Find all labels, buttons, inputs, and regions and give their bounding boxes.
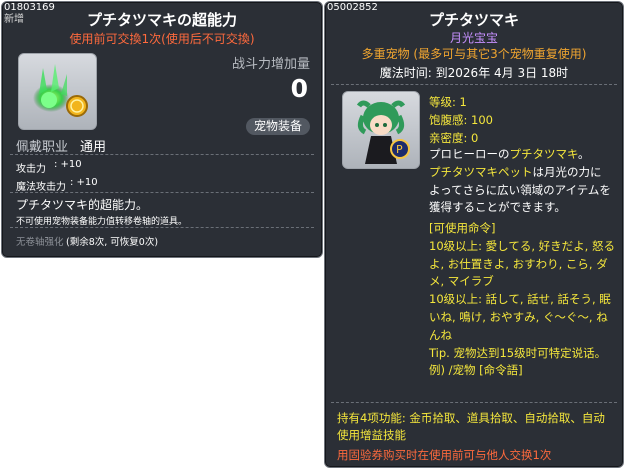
desc-rest: よってさらに広い領域のアイテムを獲得することができます。	[429, 182, 611, 215]
desc-seg: は月光の力に	[532, 164, 602, 179]
stat-value: : +10	[70, 177, 98, 188]
psychic-glow-icon	[33, 64, 88, 117]
pet-portrait-icon: P	[356, 100, 410, 164]
divider	[10, 192, 314, 193]
job-label: 佩戴职业	[16, 140, 69, 155]
commands-group-2: 10级以上: 話して, 話せ, 話そう, 眠いね, 鳴け, おやすみ, ぐ〜ぐ〜…	[429, 292, 611, 342]
stat-value: : +10	[54, 159, 82, 170]
trade-note: 使用前可交換1次(使用后不可交換)	[69, 32, 255, 46]
item-title: プチタツマキの超能力	[86, 11, 237, 29]
divider	[10, 154, 314, 155]
desc-seg: 。	[578, 147, 590, 161]
commands-block: [可使用命令] 10级以上: 愛してる, 好きだよ, 怒るよ, お仕置きよ, お…	[429, 220, 615, 380]
pet-intimacy: 亲密度: 0	[429, 131, 479, 145]
trade-note: 用固验券购买时在使用前可与他人交换1次	[337, 448, 552, 462]
commands-group-1: 10级以上: 愛してる, 好きだよ, 怒るよ, お仕置きよ, おすわり, こら,…	[429, 238, 615, 289]
magic-time: 魔法时间: 到2026年 4月 3日 18时	[379, 66, 569, 80]
divider	[10, 227, 314, 228]
pet-icon-frame: P	[342, 91, 420, 169]
item-icon-frame	[18, 53, 97, 130]
pet-level: 等级: 1	[429, 95, 467, 109]
upgrade-value: (剩余8次, 可恢复0次)	[66, 237, 159, 248]
desc-seg: プロヒーローの	[429, 147, 510, 161]
divider	[331, 84, 617, 85]
equipment-tooltip: 01803169 新增 プチタツマキの超能力 使用前可交換1次(使用后不可交換)…	[1, 1, 323, 258]
pet-description: プロヒーローのプチタツマキ。 プチタツマキペットは月光の力に よってさらに広い領…	[429, 146, 615, 217]
power-label: 战斗力增加量	[231, 57, 310, 72]
svg-text:P: P	[396, 143, 403, 156]
category-pill: 宠物装备	[246, 118, 310, 135]
abilities: 持有4项功能: 金币拾取、道具拾取、自动拾取、自动使用增益技能	[337, 411, 605, 442]
desc-note: 不可使用宠物装备能力值转移卷轴的道具。	[16, 217, 188, 227]
pet-title: プチタツマキ	[428, 11, 519, 29]
desc-title: プチタツマキ的超能力。	[16, 198, 149, 212]
stat-label: 攻击力	[16, 164, 46, 175]
divider	[331, 402, 617, 403]
pet-tooltip: 05002852 プチタツマキ 月光宝宝 多重宠物 (最多可与其它3个宠物重复使…	[324, 1, 624, 468]
desc-seg: プチタツマキ	[509, 147, 579, 161]
multi-pet-note: 多重宠物 (最多可与其它3个宠物重复使用)	[361, 47, 587, 61]
pet-fullness: 饱腹感: 100	[429, 113, 493, 127]
upgrade-label: 无卷轴强化	[16, 237, 64, 248]
commands-header: [可使用命令]	[429, 221, 496, 235]
stat-label: 魔法攻击力	[16, 182, 66, 193]
example: 例) /宠物 [命令語]	[429, 363, 523, 378]
power-value: 0	[290, 74, 308, 103]
job-value: 通用	[80, 140, 107, 155]
pet-subtitle: 月光宝宝	[449, 31, 498, 45]
tip: Tip. 宠物达到15级时可特定说话。	[429, 345, 607, 360]
desc-seg: プチタツマキペット	[429, 164, 533, 179]
